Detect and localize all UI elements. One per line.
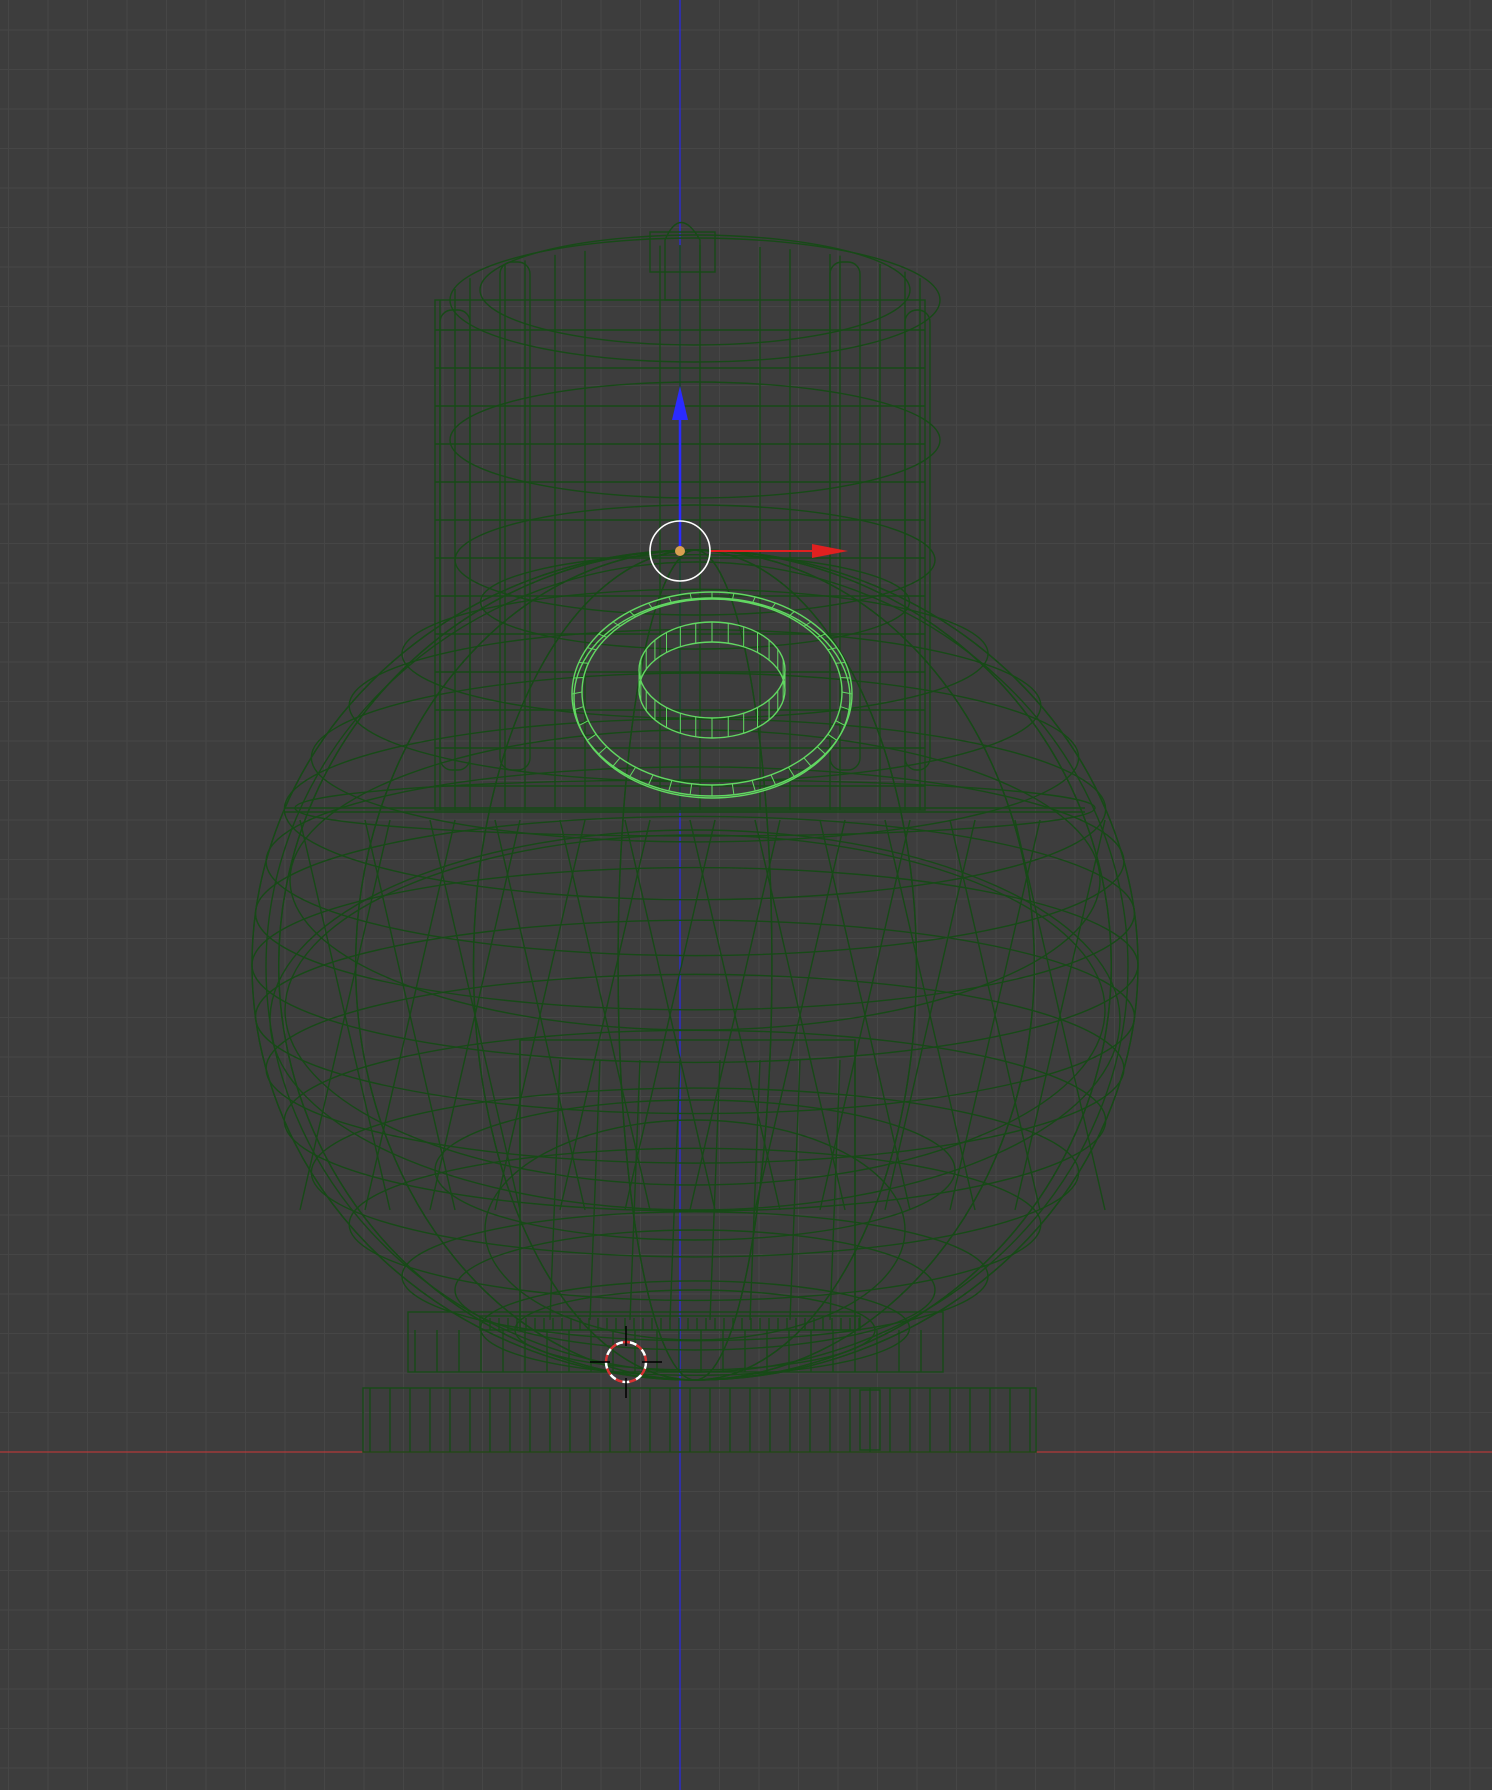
viewport-grid xyxy=(0,0,1492,1790)
wireframe-mesh[interactable] xyxy=(251,221,1139,1453)
transform-gizmo-icon[interactable] xyxy=(649,386,848,582)
gizmo-z-arrow-head[interactable] xyxy=(672,386,688,420)
3d-viewport[interactable] xyxy=(0,0,1492,1790)
origin-dot-icon xyxy=(675,546,685,556)
